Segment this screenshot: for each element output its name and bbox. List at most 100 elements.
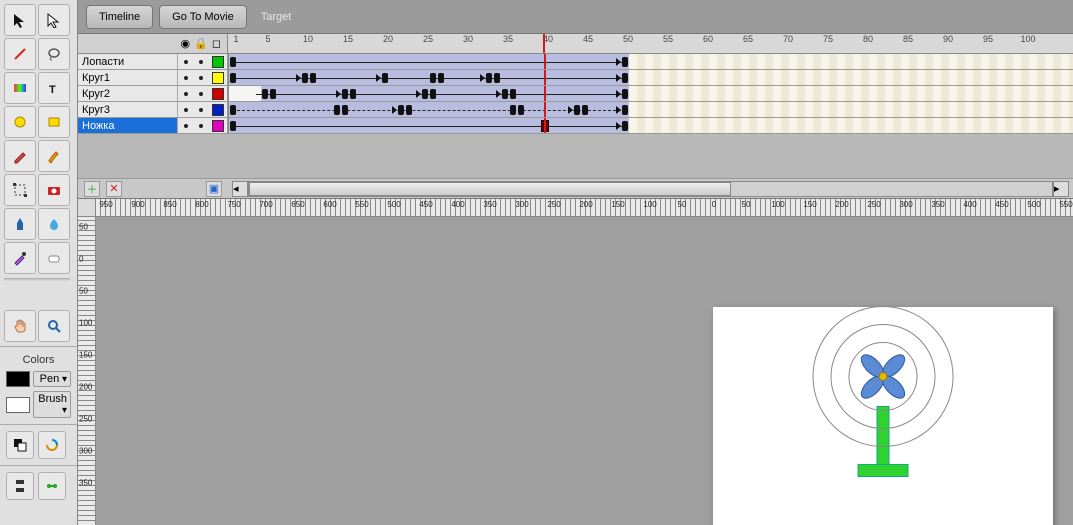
keyframe[interactable] xyxy=(622,89,628,99)
layer-track[interactable] xyxy=(228,118,1073,133)
tool-ink[interactable] xyxy=(4,208,36,240)
playhead[interactable] xyxy=(543,34,545,53)
layer-track[interactable] xyxy=(228,70,1073,85)
tool-lasso[interactable] xyxy=(38,38,70,70)
timeline-layer-row[interactable]: Круг3 xyxy=(78,102,1073,118)
keyframe[interactable] xyxy=(406,105,412,115)
layer-name[interactable]: Ножка xyxy=(78,118,178,133)
keyframe[interactable] xyxy=(422,89,428,99)
layer-vis-dots[interactable] xyxy=(178,54,208,69)
timeline-scrollbar[interactable] xyxy=(248,181,1053,197)
keyframe[interactable] xyxy=(342,89,348,99)
layer-vis-dots[interactable] xyxy=(178,70,208,85)
keyframe[interactable] xyxy=(342,105,348,115)
keyframe[interactable] xyxy=(302,73,308,83)
tool-zoom[interactable] xyxy=(38,310,70,342)
keyframe[interactable] xyxy=(622,105,628,115)
layer-name[interactable]: Лопасти xyxy=(78,54,178,69)
keyframe[interactable] xyxy=(230,121,236,131)
keyframe[interactable] xyxy=(438,73,444,83)
layer-vis-dots[interactable] xyxy=(178,86,208,101)
tool-transform[interactable] xyxy=(4,174,36,206)
timeline-layer-row[interactable]: Ножка xyxy=(78,118,1073,134)
tool-pointer[interactable] xyxy=(4,4,36,36)
tool-pencil[interactable] xyxy=(4,140,36,172)
outline-icon[interactable]: ◻ xyxy=(212,37,221,50)
pen-color-swatch[interactable] xyxy=(6,371,30,387)
scroll-left-button[interactable]: ◂ xyxy=(232,181,248,197)
layer-name[interactable]: Круг3 xyxy=(78,102,178,117)
keyframe[interactable] xyxy=(574,105,580,115)
keyframe[interactable] xyxy=(310,73,316,83)
keyframe[interactable] xyxy=(518,105,524,115)
eye-icon[interactable]: ◉ xyxy=(181,37,191,50)
tool-eyedropper[interactable] xyxy=(4,242,36,274)
keyframe[interactable] xyxy=(582,105,588,115)
delete-layer-button[interactable]: ✕ xyxy=(106,181,122,197)
tween-arrow xyxy=(616,58,621,66)
tool-hand[interactable] xyxy=(4,310,36,342)
layer-track[interactable] xyxy=(228,86,1073,101)
pen-dropdown[interactable]: Pen ▾ xyxy=(33,371,71,387)
timeline-layer-row[interactable]: Лопасти xyxy=(78,54,1073,70)
tool-paint[interactable] xyxy=(38,208,70,240)
swap-colors[interactable] xyxy=(6,431,34,459)
stage[interactable] xyxy=(713,307,1053,525)
tool-camera[interactable] xyxy=(38,174,70,206)
keyframe[interactable] xyxy=(382,73,388,83)
layer-vis-dots[interactable] xyxy=(178,118,208,133)
add-layer-button[interactable]: ＋ xyxy=(84,181,100,197)
layer-color[interactable] xyxy=(208,86,228,101)
timeline-button[interactable]: Timeline xyxy=(86,5,153,29)
layer-color[interactable] xyxy=(208,70,228,85)
lock-icon[interactable]: 🔒 xyxy=(194,37,208,50)
keyframe[interactable] xyxy=(350,89,356,99)
scroll-right-button[interactable]: ▸ xyxy=(1053,181,1069,197)
tool-rect[interactable] xyxy=(38,106,70,138)
keyframe[interactable] xyxy=(430,73,436,83)
goto-movie-button[interactable]: Go To Movie xyxy=(159,5,247,29)
center-button[interactable]: ▣ xyxy=(206,181,222,197)
tool-line[interactable] xyxy=(4,38,36,70)
tool-gradient[interactable] xyxy=(4,72,36,104)
cycle-colors[interactable] xyxy=(38,431,66,459)
option-b[interactable] xyxy=(38,472,66,500)
keyframe[interactable] xyxy=(262,89,268,99)
keyframe[interactable] xyxy=(622,73,628,83)
keyframe[interactable] xyxy=(510,105,516,115)
tool-ellipse[interactable] xyxy=(4,106,36,138)
layer-track[interactable] xyxy=(228,54,1073,69)
layer-vis-dots[interactable] xyxy=(178,102,208,117)
keyframe[interactable] xyxy=(334,105,340,115)
layer-name[interactable]: Круг2 xyxy=(78,86,178,101)
tool-text[interactable]: T xyxy=(38,72,70,104)
option-a[interactable] xyxy=(6,472,34,500)
timeline-layer-row[interactable]: Круг1 xyxy=(78,70,1073,86)
tool-eraser[interactable] xyxy=(38,242,70,274)
layer-track[interactable] xyxy=(228,102,1073,117)
brush-color-swatch[interactable] xyxy=(6,397,30,413)
brush-dropdown[interactable]: Brush ▾ xyxy=(33,391,71,418)
keyframe[interactable] xyxy=(486,73,492,83)
keyframe[interactable] xyxy=(502,89,508,99)
keyframe[interactable] xyxy=(510,89,516,99)
keyframe[interactable] xyxy=(230,73,236,83)
layer-name[interactable]: Круг1 xyxy=(78,70,178,85)
keyframe[interactable] xyxy=(230,105,236,115)
keyframe[interactable] xyxy=(270,89,276,99)
timeline-layer-row[interactable]: Круг2 xyxy=(78,86,1073,102)
frame-ruler[interactable]: 1510152025303540455055606570758085909510… xyxy=(228,34,1073,53)
stage-viewport[interactable] xyxy=(96,217,1073,525)
layer-color[interactable] xyxy=(208,54,228,69)
layer-color[interactable] xyxy=(208,102,228,117)
fan-drawing[interactable] xyxy=(793,296,973,519)
tool-subselect[interactable] xyxy=(38,4,70,36)
keyframe[interactable] xyxy=(230,57,236,67)
keyframe[interactable] xyxy=(494,73,500,83)
layer-color[interactable] xyxy=(208,118,228,133)
tool-brush[interactable] xyxy=(38,140,70,172)
keyframe[interactable] xyxy=(622,121,628,131)
keyframe[interactable] xyxy=(430,89,436,99)
keyframe[interactable] xyxy=(622,57,628,67)
keyframe[interactable] xyxy=(398,105,404,115)
